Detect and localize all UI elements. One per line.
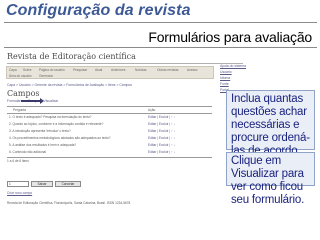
table-row: 2. Quanto ao tópico, conforme e a inform… bbox=[7, 122, 212, 128]
nav-item-anteriores[interactable]: Anteriores bbox=[111, 68, 126, 72]
slide-title: Configuração da revista bbox=[6, 2, 191, 19]
subtitle-divider bbox=[4, 47, 317, 48]
callout-note-questions: Inclua quantas questões achar necessária… bbox=[226, 90, 315, 183]
callout-note-visualize: Clique em Visualizar para ver como ficou… bbox=[226, 152, 315, 206]
table-row: 1. O texto é adequado? Pesquisa na formu… bbox=[7, 115, 212, 121]
nav-item-pagina-usuario[interactable]: Página do usuário bbox=[39, 68, 65, 72]
table-row: 6. Conteúdo não adicional Editar | Exclu… bbox=[7, 150, 212, 156]
question-text: 1. O texto é adequado? Pesquisa na formu… bbox=[9, 115, 92, 119]
nav-item-noticias[interactable]: Notícias bbox=[135, 68, 147, 72]
sidebar-link-ajuda[interactable]: Ajuda do sistema bbox=[220, 64, 246, 68]
table-row: 4. Os procedimentos metodológicos adotad… bbox=[7, 136, 212, 142]
nav-item-sobre[interactable]: Sobre bbox=[23, 68, 32, 72]
nav-item-atual[interactable]: Atual bbox=[95, 68, 102, 72]
row-actions[interactable]: Editar | Excluir | ↑ ↓ bbox=[148, 143, 175, 147]
nav-item-capa[interactable]: Capa bbox=[9, 68, 17, 72]
app-title-divider bbox=[7, 63, 243, 64]
sidebar-link-fonte[interactable]: Fonte bbox=[220, 82, 229, 86]
cancel-button[interactable]: Cancelar bbox=[55, 181, 81, 187]
pointer-arrow-icon bbox=[21, 98, 44, 104]
row-actions[interactable]: Editar | Excluir | ↑ ↓ bbox=[148, 115, 175, 119]
question-text: 2. Quanto ao tópico, conforme e a inform… bbox=[9, 122, 104, 126]
table-row: 5. A análise dos resultados é bem e adeq… bbox=[7, 143, 212, 149]
nav-item-pesquisar[interactable]: Pesquisar bbox=[73, 68, 87, 72]
row-actions[interactable]: Editar | Excluir | ↑ ↓ bbox=[148, 136, 175, 140]
row-actions[interactable]: Editar | Excluir | ↑ ↓ bbox=[148, 129, 175, 133]
nav-item-acesso[interactable]: Acesso bbox=[187, 68, 197, 72]
column-header-action: Ação bbox=[148, 108, 156, 112]
question-text: 6. Conteúdo não adicional bbox=[9, 150, 47, 154]
breadcrumb[interactable]: Capa > Usuário > Gerente da revista > Fo… bbox=[7, 83, 132, 87]
sidebar-link-idioma[interactable]: Idioma bbox=[220, 76, 230, 80]
nav-item-area-usuario[interactable]: Área do usuário bbox=[9, 74, 32, 78]
column-header-question: Pergunta bbox=[13, 108, 26, 112]
app-title: Revista de Editoração científica bbox=[7, 52, 136, 61]
sidebar-link-usuario[interactable]: Usuário bbox=[220, 70, 232, 74]
page-select[interactable]: 1 bbox=[7, 181, 29, 187]
nav-item-outras-revistas[interactable]: Outras revistas bbox=[157, 68, 178, 72]
footer-text: Revista de Editoração Científica, Floria… bbox=[7, 201, 131, 205]
question-text: 3. A introdução apresenta 'introduz' o t… bbox=[9, 129, 71, 133]
title-divider bbox=[4, 22, 317, 23]
add-field-link[interactable]: Criar novo campo bbox=[7, 191, 32, 195]
pagination-info: 1 a 6 de 6 itens bbox=[7, 159, 29, 163]
slide-subtitle: Formulários para avaliação bbox=[148, 29, 312, 45]
save-button[interactable]: Salvar bbox=[31, 181, 53, 187]
question-text: 5. A análise dos resultados é bem e adeq… bbox=[9, 143, 77, 147]
top-nav: Capa Sobre Página do usuário Pesquisar A… bbox=[6, 66, 214, 79]
nav-item-gerenciar[interactable]: Gerenciar bbox=[39, 74, 53, 78]
question-text: 4. Os procedimentos metodológicos adotad… bbox=[9, 136, 111, 140]
page-title: Campos bbox=[7, 89, 40, 98]
row-actions[interactable]: Editar | Excluir | ↑ ↓ bbox=[148, 122, 175, 126]
row-actions[interactable]: Editar | Excluir | ↑ ↓ bbox=[148, 150, 175, 154]
table-row: 3. A introdução apresenta 'introduz' o t… bbox=[7, 129, 212, 135]
